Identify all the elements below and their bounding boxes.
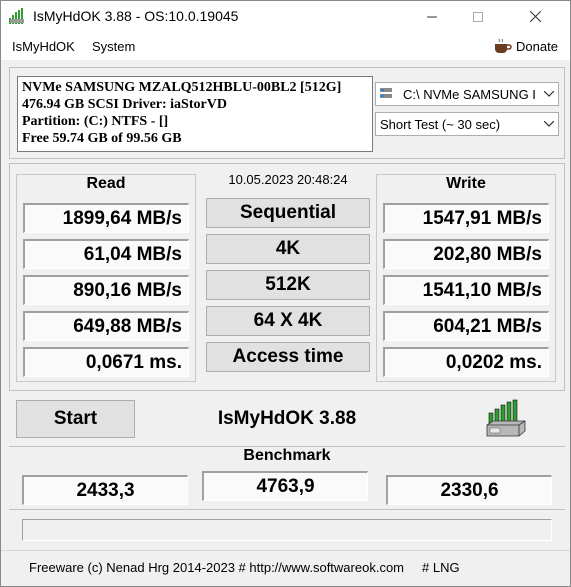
benchmark-read-score: 2433,3 <box>22 475 188 505</box>
coffee-cup-icon <box>495 38 512 53</box>
4k-test-button[interactable]: 4K <box>206 234 370 264</box>
write-4k: 202,80 MB/s <box>383 239 549 269</box>
start-button[interactable]: Start <box>16 400 135 438</box>
write-64x4k: 604,21 MB/s <box>383 311 549 341</box>
chevron-down-icon <box>540 121 558 127</box>
write-title: Write <box>446 175 486 192</box>
maximize-button[interactable] <box>455 1 501 32</box>
sequential-test-button[interactable]: Sequential <box>206 198 370 228</box>
drive-icon <box>380 88 392 98</box>
drive-size-driver: 476.94 GB SCSI Driver: iaStorVD <box>22 97 227 112</box>
drive-select-value: C:\ NVMe SAMSUNG I <box>403 86 536 102</box>
drive-model: NVMe SAMSUNG MZALQ512HBLU-00BL2 [512G] <box>22 80 342 95</box>
close-icon <box>530 11 541 22</box>
status-bar: Freeware (c) Nenad Hrg 2014-2023 # http:… <box>1 550 570 586</box>
write-sequential: 1547,91 MB/s <box>383 203 549 233</box>
drive-free-space: Free 59.74 GB of 99.56 GB <box>22 131 182 146</box>
title-bar[interactable]: IsMyHdOK 3.88 - OS:10.0.19045 <box>1 1 570 32</box>
app-name-label: IsMyHdOK 3.88 <box>217 408 357 429</box>
window-title: IsMyHdOK 3.88 - OS:10.0.19045 <box>33 8 239 24</box>
read-4k: 61,04 MB/s <box>23 239 189 269</box>
test-duration-value: Short Test (~ 30 sec) <box>380 116 501 132</box>
progress-bar <box>22 519 552 541</box>
write-group: Write 1547,91 MB/s 202,80 MB/s 1541,10 M… <box>376 174 556 382</box>
benchmark-total-score: 4763,9 <box>202 471 368 501</box>
read-sequential: 1899,64 MB/s <box>23 203 189 233</box>
maximize-icon <box>473 11 483 22</box>
copyright-link[interactable]: Freeware (c) Nenad Hrg 2014-2023 # http:… <box>29 560 404 575</box>
test-duration-select[interactable]: Short Test (~ 30 sec) <box>375 112 559 136</box>
chevron-down-icon <box>540 91 558 97</box>
results-panel: Read 1899,64 MB/s 61,04 MB/s 890,16 MB/s… <box>9 163 565 391</box>
donate-label: Donate <box>516 38 558 54</box>
read-512k: 890,16 MB/s <box>23 275 189 305</box>
menu-bar: IsMyHdOK System Donate <box>1 32 570 60</box>
hard-drive-benchmark-icon[interactable] <box>485 399 527 439</box>
benchmark-panel: Benchmark 2433,3 4763,9 2330,6 <box>9 446 565 510</box>
close-button[interactable] <box>501 1 570 32</box>
benchmark-write-score: 2330,6 <box>386 475 552 505</box>
benchmark-title: Benchmark <box>243 447 331 464</box>
write-access-time: 0,0202 ms. <box>383 347 549 377</box>
64x4k-test-button[interactable]: 64 X 4K <box>206 306 370 336</box>
access-time-test-button[interactable]: Access time <box>206 342 370 372</box>
drive-select[interactable]: C:\ NVMe SAMSUNG I <box>375 82 559 106</box>
drive-partition: Partition: (C:) NTFS - [] <box>22 114 169 129</box>
app-window: IsMyHdOK 3.88 - OS:10.0.19045 IsMyHdOK S… <box>0 0 571 587</box>
app-icon <box>9 8 24 24</box>
drive-info-box: NVMe SAMSUNG MZALQ512HBLU-00BL2 [512G] 4… <box>17 76 373 152</box>
minimize-icon <box>427 16 437 17</box>
read-group: Read 1899,64 MB/s 61,04 MB/s 890,16 MB/s… <box>16 174 196 382</box>
minimize-button[interactable] <box>409 1 455 32</box>
write-512k: 1541,10 MB/s <box>383 275 549 305</box>
read-access-time: 0,0671 ms. <box>23 347 189 377</box>
language-link[interactable]: # LNG <box>422 560 460 575</box>
read-64x4k: 649,88 MB/s <box>23 311 189 341</box>
512k-test-button[interactable]: 512K <box>206 270 370 300</box>
read-title: Read <box>86 175 126 192</box>
menu-ismyhdok[interactable]: IsMyHdOK <box>12 39 75 54</box>
drive-info-panel: NVMe SAMSUNG MZALQ512HBLU-00BL2 [512G] 4… <box>9 67 565 159</box>
menu-system[interactable]: System <box>92 39 135 54</box>
test-timestamp: 10.05.2023 20:48:24 <box>228 172 348 187</box>
donate-button[interactable]: Donate <box>494 37 558 55</box>
